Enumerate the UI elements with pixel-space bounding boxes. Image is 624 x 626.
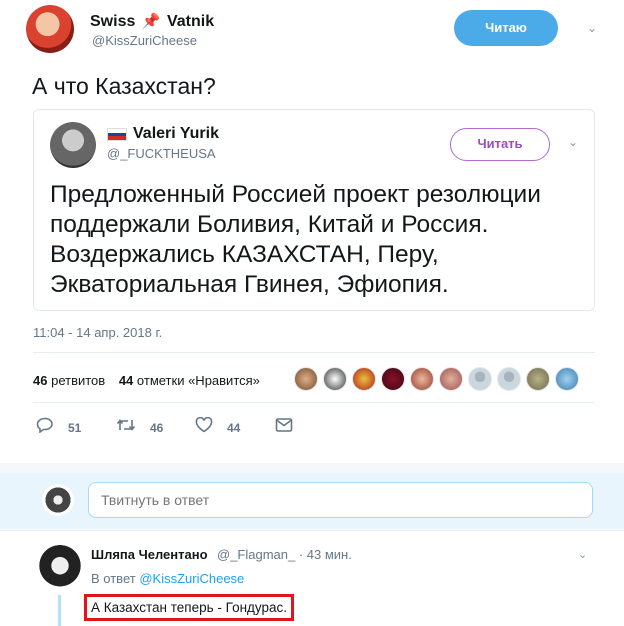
reply-author-name[interactable]: Шляпа Челентано [91, 547, 208, 562]
retweet-count: 46 [150, 420, 164, 435]
chevron-down-icon[interactable]: ⌄ [568, 135, 578, 149]
reply-author-avatar[interactable] [37, 545, 83, 591]
thread-line [58, 595, 61, 626]
liker-avatar[interactable] [352, 367, 376, 391]
reply-meta[interactable]: @_Flagman_ · 43 мин. [217, 547, 352, 562]
liker-avatar[interactable] [439, 367, 463, 391]
reply-to-handle[interactable]: @KissZuriCheese [139, 571, 244, 586]
likes-count[interactable]: 44 [119, 373, 133, 388]
pushpin-icon: 📌 [141, 13, 161, 30]
message-icon [275, 417, 293, 438]
author-name[interactable]: Swiss 📌 Vatnik [90, 12, 214, 31]
reply-text: А Казахстан теперь - Гондурас. [84, 594, 295, 621]
liker-avatar[interactable] [294, 367, 318, 391]
quote-follow-button[interactable]: Читать [450, 128, 550, 161]
liker-avatars [294, 367, 584, 391]
author-handle[interactable]: @KissZuriCheese [92, 33, 197, 48]
current-user-avatar[interactable] [42, 484, 74, 516]
liker-avatar[interactable] [497, 367, 521, 391]
russia-flag-icon [107, 128, 127, 141]
quote-author-name[interactable]: Valeri Yurik [133, 125, 219, 143]
retweets-count[interactable]: 46 [33, 373, 47, 388]
liker-avatar[interactable] [526, 367, 550, 391]
chevron-down-icon[interactable]: ⌄ [587, 21, 597, 35]
quote-author-avatar[interactable] [50, 122, 96, 168]
reply-input[interactable] [88, 482, 593, 518]
author-avatar[interactable] [26, 5, 74, 53]
engagement-stats: 46 ретвитов 44 отметки «Нравится» [33, 373, 260, 388]
tweet-text: А что Казахстан? [32, 73, 216, 99]
chevron-down-icon[interactable]: ⌄ [578, 548, 587, 561]
reply-to: В ответ @KissZuriCheese [91, 571, 244, 586]
retweet-button[interactable]: 46 [116, 417, 163, 438]
reply-button[interactable]: 51 [36, 417, 81, 438]
divider [33, 352, 595, 353]
liker-avatar[interactable] [323, 367, 347, 391]
reply-icon [36, 417, 54, 438]
likes-label[interactable]: отметки «Нравится» [137, 373, 260, 388]
retweets-label[interactable]: ретвитов [51, 373, 105, 388]
divider [33, 402, 595, 403]
section-separator [0, 463, 624, 473]
timestamp[interactable]: 11:04 - 14 апр. 2018 г. [33, 325, 162, 340]
like-count: 44 [227, 420, 241, 435]
retweet-icon [116, 417, 136, 438]
like-button[interactable]: 44 [195, 416, 241, 438]
reply-to-label: В ответ [91, 571, 136, 586]
quote-author-handle[interactable]: @_FUCKTHEUSA [107, 146, 216, 161]
liker-avatar[interactable] [381, 367, 405, 391]
message-button[interactable] [275, 417, 307, 438]
liker-avatar[interactable] [468, 367, 492, 391]
follow-button[interactable]: Читаю [454, 10, 558, 46]
heart-icon [195, 416, 213, 438]
reply-count: 51 [68, 420, 82, 435]
liker-avatar[interactable] [410, 367, 434, 391]
divider [0, 530, 624, 531]
quote-text: Предложенный Россией проект резолюции по… [50, 181, 541, 298]
liker-avatar[interactable] [555, 367, 579, 391]
